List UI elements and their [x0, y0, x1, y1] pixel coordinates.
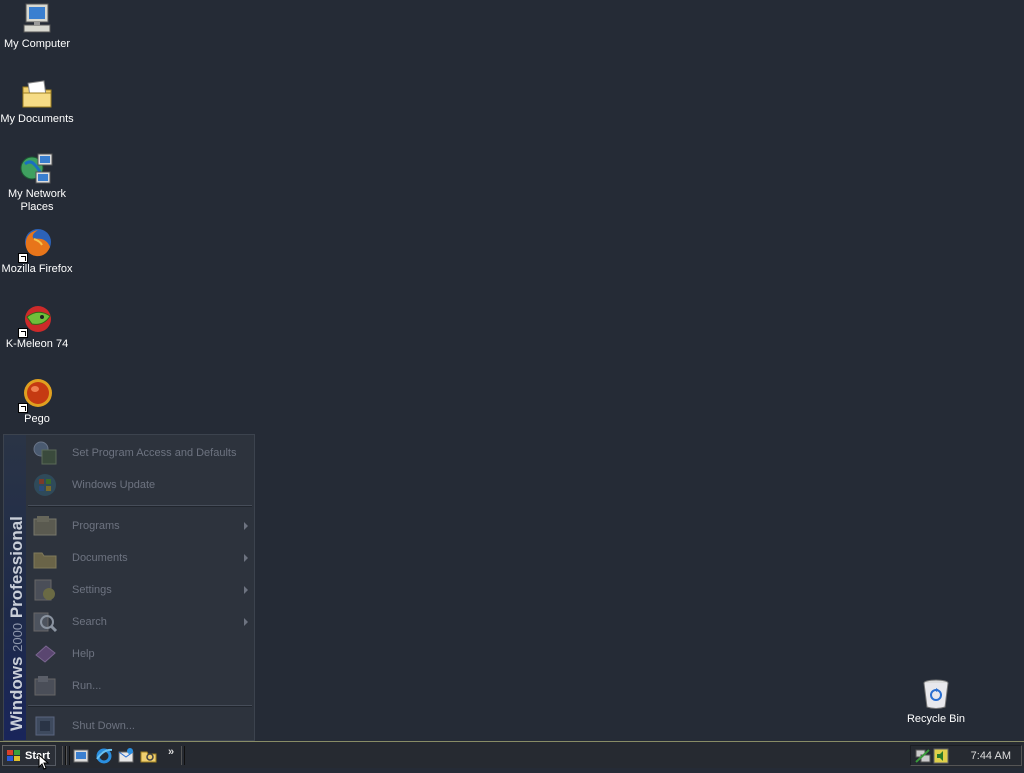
show-desktop-icon: [73, 749, 89, 763]
taskbar-separator: [181, 746, 185, 765]
windows-update-icon: [32, 472, 58, 498]
quick-launch-show-desktop[interactable]: [72, 747, 90, 764]
desktop-icon-label: Mozilla Firefox: [1, 263, 73, 275]
start-menu-banner-text: Windows 2000 Professional: [6, 441, 28, 731]
menu-item-label: Help: [72, 648, 95, 660]
desktop-icon-label: My Computer: [3, 38, 71, 50]
network-places-icon: [20, 152, 54, 186]
menu-item-label: Set Program Access and Defaults: [72, 447, 237, 459]
menu-item-search[interactable]: Search: [26, 606, 254, 638]
taskbar: Start » 7:44 AM: [0, 741, 1024, 768]
menu-item-windows-update[interactable]: Windows Update: [26, 469, 254, 501]
menu-item-label: Settings: [72, 584, 112, 596]
shortcut-arrow-icon: [18, 403, 28, 413]
menu-item-set-program-access[interactable]: Set Program Access and Defaults: [26, 437, 254, 469]
desktop-icon-label: My Documents: [0, 113, 74, 125]
menu-item-label: Documents: [72, 552, 128, 564]
program-access-icon: [32, 440, 58, 466]
run-icon: [32, 673, 58, 699]
desktop-icon-label: My Network Places: [7, 188, 67, 213]
banner-version: 2000: [10, 622, 25, 652]
internet-explorer-icon: [96, 748, 113, 764]
desktop-icon-my-computer[interactable]: My Computer: [0, 2, 74, 51]
my-documents-icon: [20, 77, 54, 111]
recycle-bin-icon: [919, 677, 953, 711]
documents-icon: [32, 545, 58, 571]
desktop-icon-pego[interactable]: Pego: [0, 377, 74, 426]
start-menu: Windows 2000 Professional Set Program Ac…: [3, 434, 255, 741]
desktop-icon-label: Recycle Bin: [906, 713, 966, 725]
submenu-arrow-icon: [244, 554, 248, 562]
menu-item-shut-down[interactable]: Shut Down...: [26, 710, 254, 742]
mouse-cursor-icon: [38, 753, 50, 773]
desktop-icon-my-documents[interactable]: My Documents: [0, 77, 74, 126]
menu-item-programs[interactable]: Programs: [26, 510, 254, 542]
banner-edition: Professional: [7, 516, 26, 619]
network-tray-icon[interactable]: [915, 748, 931, 764]
desktop-icon-k-meleon[interactable]: K-Meleon 74: [0, 302, 74, 351]
quick-launch-explorer[interactable]: [140, 747, 158, 764]
menu-item-help[interactable]: Help: [26, 638, 254, 670]
quick-launch-outlook-express[interactable]: [117, 747, 135, 764]
desktop-icon-label: Pego: [24, 413, 50, 425]
start-menu-banner: Windows 2000 Professional: [4, 435, 26, 740]
quick-launch-internet-explorer[interactable]: [95, 747, 113, 764]
outlook-express-icon: [118, 748, 134, 763]
programs-icon: [32, 513, 58, 539]
submenu-arrow-icon: [244, 618, 248, 626]
menu-item-settings[interactable]: Settings: [26, 574, 254, 606]
pego-icon: [18, 377, 54, 413]
k-meleon-icon: [18, 302, 54, 338]
menu-item-label: Windows Update: [72, 479, 156, 491]
start-menu-items: Set Program Access and Defaults Windows …: [26, 435, 254, 740]
help-icon: [32, 641, 58, 667]
banner-windows: Windows: [7, 656, 26, 731]
clock[interactable]: 7:44 AM: [971, 750, 1011, 762]
menu-item-label: Programs: [72, 520, 120, 532]
my-computer-icon: [20, 2, 54, 36]
menu-separator: [28, 705, 252, 707]
menu-item-run[interactable]: Run...: [26, 670, 254, 702]
menu-item-label: Shut Down...: [72, 720, 135, 732]
shortcut-arrow-icon: [18, 328, 28, 338]
desktop-icon-label: K-Meleon 74: [5, 338, 69, 350]
desktop-icon-recycle-bin[interactable]: Recycle Bin: [899, 677, 973, 726]
menu-item-label: Search: [72, 616, 107, 628]
menu-item-label: Run...: [72, 680, 102, 692]
menu-item-documents[interactable]: Documents: [26, 542, 254, 574]
volume-tray-icon[interactable]: [933, 748, 949, 764]
settings-icon: [32, 577, 58, 603]
explorer-icon: [140, 751, 157, 763]
windows-flag-icon: [6, 749, 22, 763]
taskbar-separator: [66, 746, 70, 765]
firefox-icon: [18, 227, 54, 263]
desktop-icon-firefox[interactable]: Mozilla Firefox: [0, 227, 74, 276]
search-icon: [32, 609, 58, 635]
submenu-arrow-icon: [244, 586, 248, 594]
submenu-arrow-icon: [244, 522, 248, 530]
desktop-icon-network-places[interactable]: My Network Places: [0, 152, 74, 214]
menu-separator: [28, 505, 252, 507]
shut-down-icon: [32, 713, 58, 739]
system-tray: 7:44 AM: [910, 745, 1022, 766]
quick-launch-more-chevron[interactable]: »: [168, 746, 174, 758]
shortcut-arrow-icon: [18, 253, 28, 263]
